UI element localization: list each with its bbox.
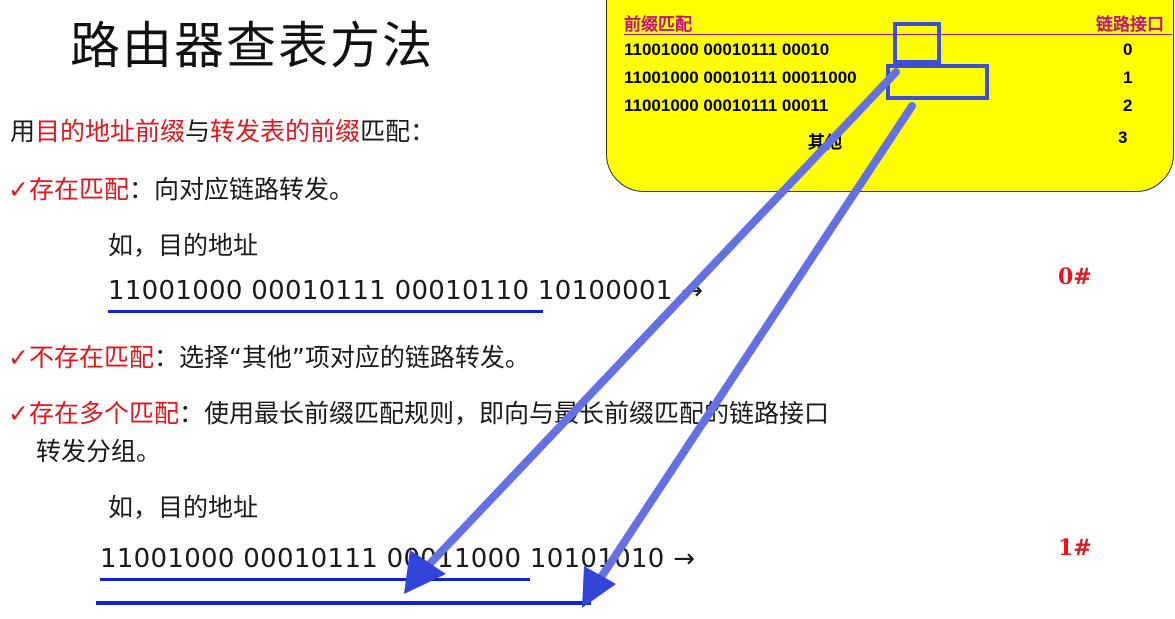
arrow-row1-to-example [582,102,916,608]
match-arrows [404,68,916,608]
arrow-row0-to-example [404,68,900,594]
